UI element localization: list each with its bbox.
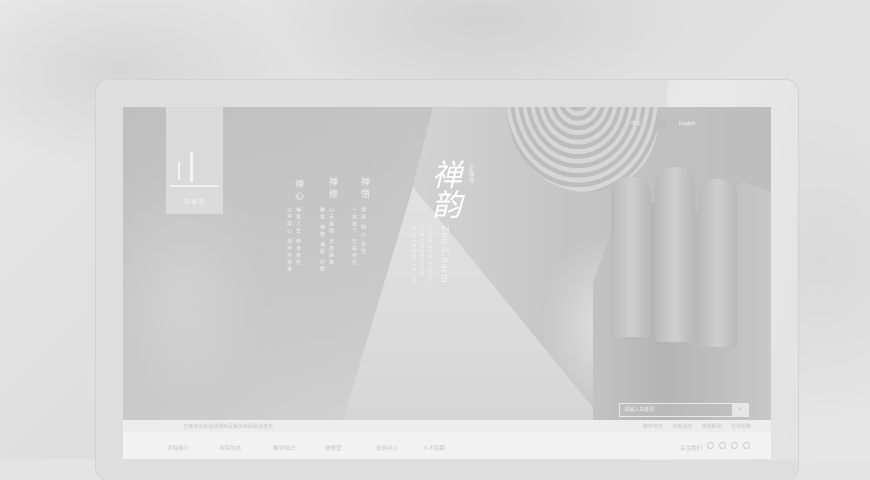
column-line: 静坐 禅修 诵经 抄经 [319, 207, 325, 274]
search-icon: ⌕ [738, 406, 742, 413]
logo-name: 正禅寺 [183, 200, 205, 206]
column-line: 禅意人生 修身养性 [295, 207, 301, 267]
qq-icon[interactable] [731, 442, 738, 449]
quick-link[interactable]: 在线捐赠 [731, 424, 751, 430]
column-title-3[interactable]: 禅悟 [359, 177, 372, 201]
lang-separator [658, 120, 666, 128]
website-screen: 正禅寺 禅心 以平常心 观不平常事 禅意人生 修身养性 禅修 静坐 禅修 诵经 … [123, 107, 771, 459]
column-title-2[interactable]: 禅修 [327, 177, 340, 201]
column-line: 心无挂碍 无挂碍故 [328, 207, 334, 267]
logo-rule [170, 185, 219, 187]
quick-link[interactable]: 法务活动 [672, 424, 692, 430]
nav-item[interactable]: 寺院简介 [167, 444, 189, 452]
hero-banner: 正禅寺 禅心 以平常心 观不平常事 禅意人生 修身养性 禅修 静坐 禅修 诵经 … [123, 107, 771, 420]
quick-link[interactable]: 佛学常识 [643, 424, 663, 430]
nav-item[interactable]: 禅修营 [325, 444, 342, 452]
lang-cn-link[interactable]: 中文 [631, 120, 641, 128]
finger-shape [611, 177, 651, 337]
search-input[interactable] [620, 404, 730, 416]
search-button[interactable]: ⌕ [732, 404, 748, 416]
share-icon[interactable] [743, 442, 750, 449]
column-line: 一念放下 万般自在 [351, 207, 357, 267]
nav-item[interactable]: 法务中心 [376, 444, 398, 452]
quick-link[interactable]: 寺院新闻 [702, 424, 722, 430]
column-line: 悟道 明心 见性 [360, 207, 366, 256]
wechat-icon[interactable] [719, 442, 726, 449]
weibo-icon[interactable] [707, 442, 714, 449]
hero-seal: 正禅寺 [467, 165, 473, 183]
nav-item[interactable]: 寺院动态 [219, 444, 241, 452]
hero-desc-line: 以禅心观照世间万物 [420, 227, 425, 277]
logo-mark [178, 162, 180, 180]
finger-shape [655, 167, 695, 342]
hero-desc-line: 以清净心对待人生百态 [428, 227, 433, 282]
footer-nav: 寺院简介 寺院动态 佛学知识 禅修营 法务中心 人才招聘 关注我们 [123, 434, 771, 459]
lang-en-link[interactable]: English [679, 120, 695, 128]
hero-desc-line: 禅是一种境界 一种心态 [412, 227, 417, 285]
finger-shape [699, 179, 737, 347]
follow-label: 关注我们 [680, 446, 703, 452]
column-line: 以平常心 观不平常事 [286, 207, 292, 274]
column-title-1[interactable]: 禅心 [293, 179, 306, 203]
news-bar: 正禅寺法会活动通知及相关新闻资讯发布 佛学常识 法务活动 寺院新闻 在线捐赠 [123, 420, 771, 438]
nav-item[interactable]: 佛学知识 [273, 444, 295, 452]
hero-title-en: Zen Charm [439, 225, 451, 284]
nav-item[interactable]: 人才招聘 [423, 444, 445, 452]
quick-links: 佛学常识 法务活动 寺院新闻 在线捐赠 [635, 423, 751, 430]
hero-title: 禅韵 [426, 159, 461, 219]
logo-mark [190, 152, 193, 182]
site-logo[interactable]: 正禅寺 [166, 107, 223, 214]
news-ticker[interactable]: 正禅寺法会活动通知及相关新闻资讯发布 [183, 423, 273, 430]
search-box: ⌕ [619, 403, 749, 417]
